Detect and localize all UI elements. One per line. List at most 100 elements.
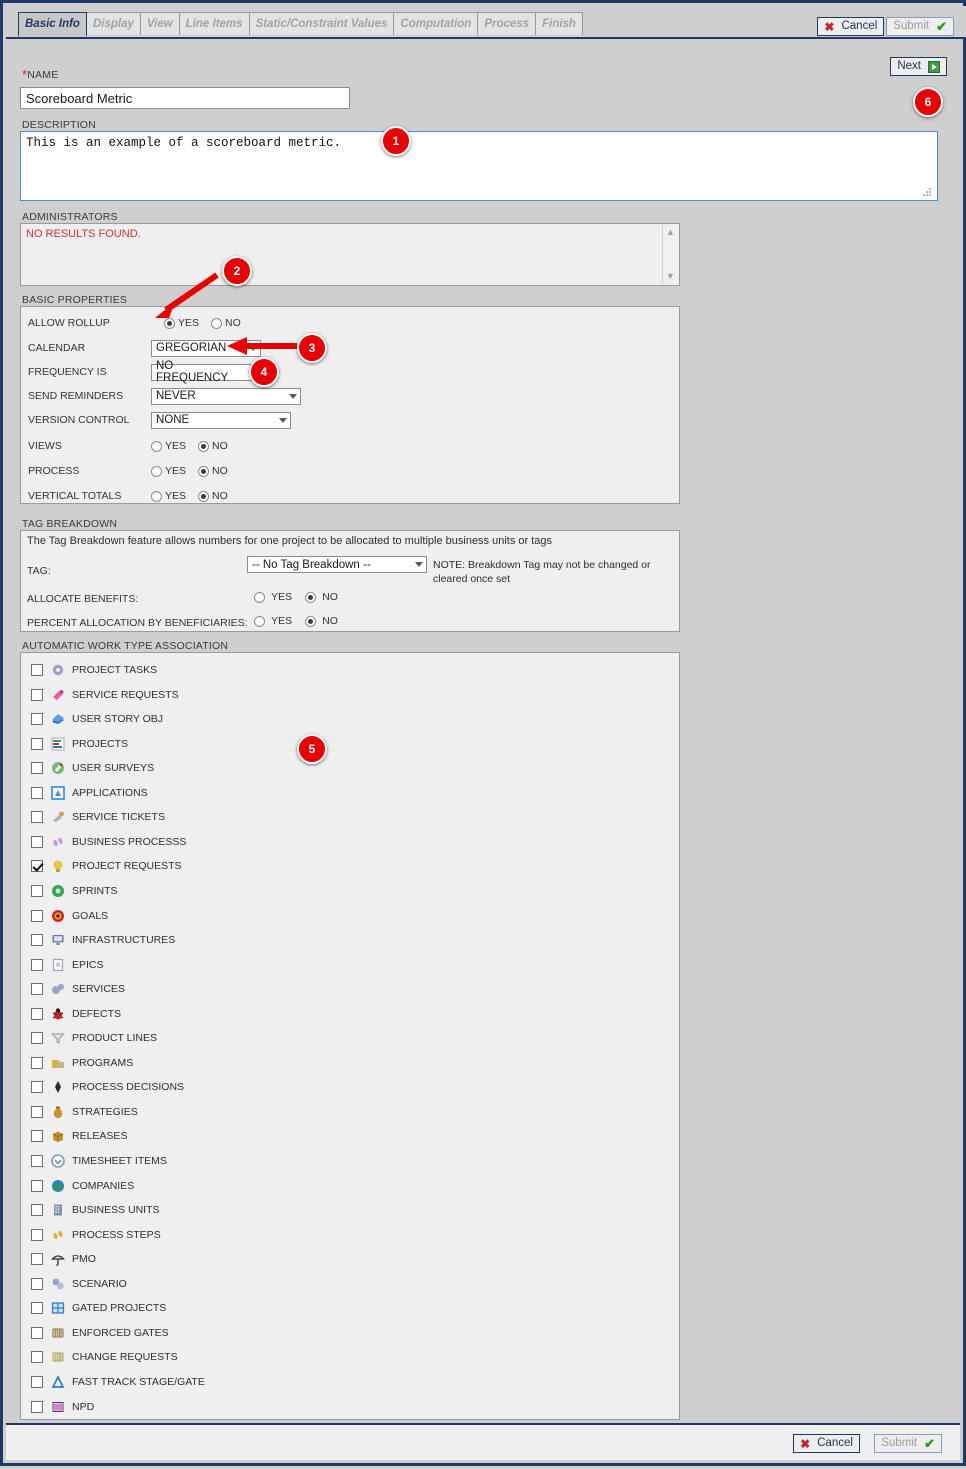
work-type-row-projects[interactable]: PROJECTS: [31, 734, 128, 754]
checkbox-service-requests[interactable]: [31, 688, 43, 701]
percent-allocation-no-radio[interactable]: [305, 615, 317, 627]
tab-static-constraint-values[interactable]: Static/Constraint Values: [248, 12, 395, 35]
radio-views-no[interactable]: [198, 440, 210, 452]
checkbox-user-surveys[interactable]: [31, 762, 43, 775]
percent-allocation-yes-radio[interactable]: [254, 615, 265, 627]
cancel-button-top[interactable]: ✖ Cancel: [817, 17, 885, 36]
checkbox-business-units[interactable]: [31, 1204, 43, 1217]
work-type-row-service-requests[interactable]: SERVICE REQUESTS: [31, 685, 179, 705]
work-type-row-service-tickets[interactable]: SERVICE TICKETS: [31, 807, 165, 827]
checkbox-releases[interactable]: [31, 1130, 43, 1143]
checkbox-change-requests[interactable]: [31, 1351, 43, 1364]
tab-view[interactable]: View: [139, 12, 180, 35]
work-type-row-epics[interactable]: EPICS: [31, 955, 104, 975]
checkbox-service-tickets[interactable]: [31, 811, 43, 824]
work-type-row-user-story-obj[interactable]: USER STORY OBJ: [31, 709, 163, 729]
work-type-row-project-tasks[interactable]: PROJECT TASKS: [31, 660, 157, 680]
work-type-row-fast-track-stage-gate[interactable]: FAST TRACK STAGE/GATE: [31, 1372, 205, 1392]
radio-process-yes[interactable]: [151, 465, 162, 477]
tab-display[interactable]: Display: [85, 12, 141, 35]
submit-button-top[interactable]: Submit ✔: [886, 17, 954, 36]
work-type-row-strategies[interactable]: STRATEGIES: [31, 1102, 138, 1122]
work-type-row-pmo[interactable]: PMO: [31, 1249, 96, 1269]
tab-basic-info[interactable]: Basic Info: [18, 12, 87, 37]
checkbox-companies[interactable]: [31, 1179, 43, 1192]
work-type-row-services[interactable]: SERVICES: [31, 979, 125, 999]
checkbox-defects[interactable]: [31, 1007, 43, 1020]
work-type-row-infrastructures[interactable]: INFRASTRUCTURES: [31, 930, 175, 950]
checkbox-gated-projects[interactable]: [31, 1302, 43, 1315]
checkbox-scenario[interactable]: [31, 1277, 43, 1290]
select-frequency-is[interactable]: NO FREQUENCY: [151, 360, 261, 384]
tag-select[interactable]: -- No Tag Breakdown --: [247, 556, 427, 573]
work-type-row-defects[interactable]: DEFECTS: [31, 1004, 121, 1024]
tab-finish[interactable]: Finish: [535, 12, 583, 35]
work-type-row-user-surveys[interactable]: USER SURVEYS: [31, 758, 154, 778]
radio-allow-rollup-no[interactable]: [211, 317, 223, 329]
work-type-row-npd[interactable]: NPD: [31, 1397, 94, 1417]
work-type-row-project-requests[interactable]: PROJECT REQUESTS: [31, 856, 182, 876]
radio-views-yes[interactable]: [151, 440, 162, 452]
checkbox-npd[interactable]: [31, 1400, 43, 1413]
checkbox-business-processs[interactable]: [31, 835, 43, 848]
checkbox-services[interactable]: [31, 983, 43, 996]
description-textarea[interactable]: [20, 131, 938, 201]
checkbox-fast-track-stage-gate[interactable]: [31, 1375, 43, 1388]
work-type-row-applications[interactable]: APPLICATIONS: [31, 783, 148, 803]
checkbox-sprints[interactable]: [31, 884, 43, 897]
work-type-row-change-requests[interactable]: CHANGE REQUESTS: [31, 1347, 178, 1367]
work-type-label-goals: GOALS: [72, 909, 109, 922]
select-send-reminders[interactable]: NEVER: [151, 387, 301, 405]
checkbox-timesheet-items[interactable]: [31, 1155, 43, 1167]
submit-button-bottom[interactable]: Submit ✔: [874, 1434, 942, 1453]
tab-process[interactable]: Process: [477, 12, 537, 35]
work-type-row-goals[interactable]: GOALS: [31, 906, 108, 926]
select-calendar[interactable]: GREGORIAN: [151, 339, 261, 357]
work-type-row-scenario[interactable]: SCENARIO: [31, 1274, 127, 1294]
scroll-down-icon[interactable]: ▼: [663, 269, 678, 284]
checkbox-epics[interactable]: [31, 958, 43, 971]
select-version-control[interactable]: NONE: [151, 411, 291, 429]
checkbox-strategies[interactable]: [31, 1105, 43, 1118]
checkbox-user-story-obj[interactable]: [31, 713, 43, 726]
work-type-row-product-lines[interactable]: PRODUCT LINES: [31, 1028, 157, 1048]
work-type-row-process-decisions[interactable]: PROCESS DECISIONS: [31, 1077, 184, 1097]
work-type-row-sprints[interactable]: SPRINTS: [31, 881, 118, 901]
work-type-row-process-steps[interactable]: PROCESS STEPS: [31, 1225, 161, 1245]
textarea-resize-handle[interactable]: [923, 188, 932, 197]
next-button[interactable]: Next: [890, 57, 947, 76]
work-type-row-programs[interactable]: PROGRAMS: [31, 1053, 133, 1073]
administrators-scrollbar[interactable]: ▲ ▼: [662, 225, 678, 284]
checkbox-project-requests[interactable]: [31, 860, 43, 873]
scroll-up-icon[interactable]: ▲: [663, 225, 678, 240]
allocate-benefits-no-radio[interactable]: [305, 591, 317, 603]
checkbox-applications[interactable]: [31, 786, 43, 799]
work-type-row-releases[interactable]: RELEASES: [31, 1126, 127, 1146]
tab-line-items[interactable]: Line Items: [178, 12, 250, 35]
radio-process-no[interactable]: [198, 465, 210, 477]
radio-vertical-totals-no[interactable]: [198, 490, 210, 502]
checkbox-enforced-gates[interactable]: [31, 1326, 43, 1339]
work-type-row-companies[interactable]: COMPANIES: [31, 1176, 134, 1196]
radio-vertical-totals-yes[interactable]: [151, 490, 162, 502]
checkbox-process-steps[interactable]: [31, 1228, 43, 1241]
radio-allow-rollup-yes[interactable]: [164, 317, 175, 329]
checkbox-infrastructures[interactable]: [31, 934, 43, 947]
checkbox-goals[interactable]: [31, 909, 43, 922]
gantt-icon: [51, 737, 65, 751]
cancel-button-bottom[interactable]: ✖ Cancel: [793, 1434, 860, 1453]
checkbox-project-tasks[interactable]: [31, 664, 43, 676]
work-type-row-timesheet-items[interactable]: TIMESHEET ITEMS: [31, 1151, 167, 1171]
tab-computation[interactable]: Computation: [393, 12, 479, 35]
allocate-benefits-yes-radio[interactable]: [254, 591, 265, 603]
checkbox-pmo[interactable]: [31, 1253, 43, 1266]
checkbox-process-decisions[interactable]: [31, 1081, 43, 1094]
work-type-row-gated-projects[interactable]: GATED PROJECTS: [31, 1298, 166, 1318]
checkbox-product-lines[interactable]: [31, 1032, 43, 1045]
work-type-row-enforced-gates[interactable]: ENFORCED GATES: [31, 1323, 169, 1343]
checkbox-programs[interactable]: [31, 1056, 43, 1069]
checkbox-projects[interactable]: [31, 737, 43, 750]
work-type-row-business-processs[interactable]: BUSINESS PROCESSS: [31, 832, 186, 852]
work-type-row-business-units[interactable]: BUSINESS UNITS: [31, 1200, 160, 1220]
name-input[interactable]: [20, 87, 350, 109]
